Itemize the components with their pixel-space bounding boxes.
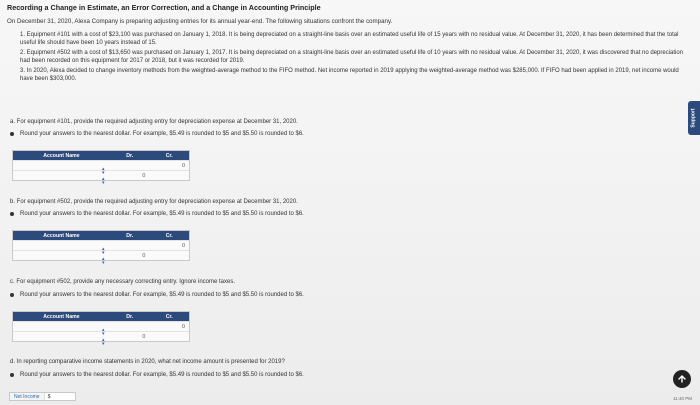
select-arrows-icon: ▴ ▾: [102, 175, 105, 186]
select-arrows-icon: ▴ ▾: [102, 165, 105, 176]
rounding-text: Round your answers to the nearest dollar…: [20, 292, 304, 298]
table-row: ▴ ▾ 0: [13, 240, 189, 255]
header-dr: Dr.: [126, 232, 134, 239]
currency-symbol: $: [47, 393, 51, 400]
debit-input[interactable]: 0: [110, 173, 150, 179]
scroll-to-top-button[interactable]: [673, 370, 691, 388]
table-header: Account Name Dr. Cr.: [13, 151, 189, 160]
net-income-field: Net Income $: [9, 392, 77, 401]
arrow-up-icon: [678, 375, 686, 383]
rounding-text: Round your answers to the nearest dollar…: [20, 372, 304, 378]
situation-1: 1. Equipment #101 with a cost of $23,100…: [20, 32, 679, 47]
header-dr: Dr.: [126, 152, 134, 159]
header-cr: Cr.: [165, 152, 173, 159]
situations-list: 1. Equipment #101 with a cost of $23,100…: [20, 31, 685, 84]
rounding-text: Round your answers to the nearest dollar…: [20, 131, 304, 137]
rounding-note-a: Round your answers to the nearest dollar…: [10, 131, 304, 137]
page: Recording a Change in Estimate, an Error…: [0, 0, 700, 405]
bullet-icon: [10, 212, 14, 216]
journal-table-a: Account Name Dr. Cr. ▴ ▾ 0 ▴ ▾ 0: [12, 150, 190, 185]
header-cr: Cr.: [165, 313, 173, 320]
question-b: b. For equipment #502, provide the requi…: [10, 199, 298, 205]
rounding-note-d: Round your answers to the nearest dollar…: [10, 372, 304, 378]
table-row: ▴ ▾ 0: [13, 170, 189, 185]
rounding-text: Round your answers to the nearest dollar…: [20, 211, 304, 217]
credit-input[interactable]: 0: [149, 324, 189, 330]
support-tab[interactable]: Support: [688, 101, 700, 135]
bullet-icon: [10, 132, 14, 136]
header-cr: Cr.: [165, 232, 173, 239]
table-header: Account Name Dr. Cr.: [13, 231, 189, 240]
header-account-name: Account Name: [43, 313, 80, 320]
table-row: ▴ ▾ 0: [13, 321, 189, 336]
clock: 11:40 PM: [673, 396, 692, 401]
table-row: ▴ ▾ 0: [13, 160, 189, 175]
net-income-input[interactable]: [53, 393, 75, 400]
support-label: Support: [691, 108, 698, 128]
question-c: c. For equipment #502, provide any neces…: [10, 279, 236, 285]
credit-input[interactable]: 0: [149, 163, 189, 169]
question-a: a. For equipment #101, provide the requi…: [10, 119, 298, 125]
table-row: ▴ ▾ 0: [13, 250, 189, 265]
rounding-note-b: Round your answers to the nearest dollar…: [10, 211, 304, 217]
header-account-name: Account Name: [43, 152, 80, 159]
rounding-note-c: Round your answers to the nearest dollar…: [10, 292, 304, 298]
bullet-icon: [10, 293, 14, 297]
credit-input[interactable]: 0: [149, 243, 189, 249]
net-income-label: Net Income: [10, 393, 45, 400]
question-d: d. In reporting comparative income state…: [10, 359, 285, 365]
header-dr: Dr.: [126, 313, 134, 320]
select-arrows-icon: ▴ ▾: [102, 326, 105, 337]
journal-table-b: Account Name Dr. Cr. ▴ ▾ 0 ▴ ▾ 0: [12, 230, 190, 265]
select-arrows-icon: ▴ ▾: [102, 255, 105, 266]
header-account-name: Account Name: [43, 232, 80, 239]
journal-table-c: Account Name Dr. Cr. ▴ ▾ 0 ▴ ▾ 0: [12, 311, 190, 346]
debit-input[interactable]: 0: [110, 334, 150, 340]
select-arrows-icon: ▴ ▾: [102, 245, 105, 256]
intro-text: On December 31, 2020, Alexa Company is p…: [7, 18, 393, 25]
table-header: Account Name Dr. Cr.: [13, 312, 189, 321]
bullet-icon: [10, 373, 14, 377]
situation-3: 3. In 2020, Alexa decided to change inve…: [20, 67, 679, 83]
select-arrows-icon: ▴ ▾: [102, 336, 105, 347]
debit-input[interactable]: 0: [110, 253, 150, 259]
situation-2: 2. Equipment #502 with a cost of $13,650…: [20, 49, 684, 65]
page-title: Recording a Change in Estimate, an Error…: [7, 3, 321, 12]
table-row: ▴ ▾ 0: [13, 331, 189, 346]
